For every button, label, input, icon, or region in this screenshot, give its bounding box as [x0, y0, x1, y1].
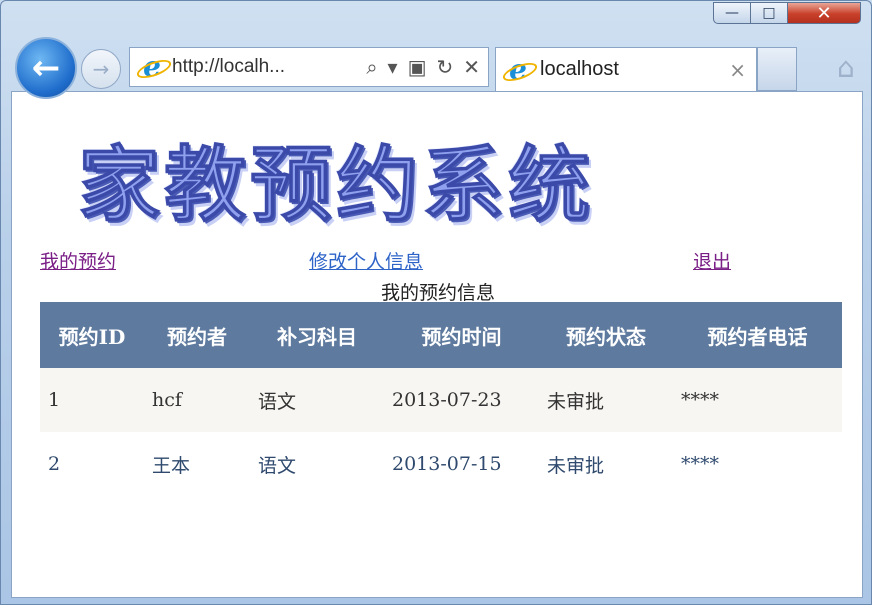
arrow-left-icon: ←: [31, 48, 61, 88]
cell-id: 1: [40, 368, 144, 432]
stop-icon[interactable]: ✕: [463, 55, 480, 79]
ie-logo-icon: e: [504, 55, 532, 84]
site-logo: 家教预约系统: [77, 137, 595, 234]
tab-localhost[interactable]: e localhost ×: [495, 47, 757, 91]
my-bookings-link[interactable]: 我的预约: [40, 247, 116, 274]
page-content: 家教预约系统 我的预约 修改个人信息 退出 我的预约信息 预约ID 预约者 补习…: [11, 91, 863, 598]
cell-subject: 语文: [250, 368, 384, 432]
compatibility-view-icon[interactable]: ▣: [408, 55, 427, 79]
arrow-right-icon: →: [92, 57, 110, 81]
maximize-button[interactable]: □: [750, 2, 788, 24]
cell-phone: ****: [673, 432, 842, 496]
cell-time: 2013-07-15: [384, 432, 539, 496]
close-tab-icon[interactable]: ×: [729, 58, 746, 82]
cell-booker: hcf: [144, 368, 250, 432]
col-header-time: 预约时间: [384, 302, 539, 368]
cell-status: 未审批: [539, 432, 673, 496]
home-icon[interactable]: ⌂: [837, 51, 855, 84]
tab-title: localhost: [540, 58, 619, 80]
address-bar[interactable]: e http://localh... ⌕ ▾ ▣ ↻ ✕: [129, 47, 489, 87]
cell-id: 2: [40, 432, 144, 496]
forward-button[interactable]: →: [81, 49, 121, 89]
refresh-icon[interactable]: ↻: [436, 55, 453, 79]
window-controls: — □ ✕: [713, 2, 861, 32]
table-caption: 我的预约信息: [380, 282, 495, 304]
cell-status: 未审批: [539, 368, 673, 432]
dropdown-arrow-icon[interactable]: ▾: [388, 55, 398, 79]
table-row: 1 hcf 语文 2013-07-23 未审批 ****: [40, 368, 842, 432]
new-tab-button[interactable]: [757, 47, 797, 91]
col-header-id: 预约ID: [40, 302, 144, 368]
col-header-status: 预约状态: [539, 302, 673, 368]
cell-subject: 语文: [250, 432, 384, 496]
table-row: 2 王本 语文 2013-07-15 未审批 ****: [40, 432, 842, 496]
close-window-button[interactable]: ✕: [787, 2, 861, 24]
table-header-row: 预约ID 预约者 补习科目 预约时间 预约状态 预约者电话: [40, 302, 842, 368]
logout-link[interactable]: 退出: [693, 247, 731, 274]
cell-phone: ****: [673, 368, 842, 432]
browser-window: — □ ✕ ← → e http://localh... ⌕ ▾ ▣ ↻ ✕ e…: [0, 0, 872, 605]
bookings-table: 预约ID 预约者 补习科目 预约时间 预约状态 预约者电话 1 hcf 语文 2…: [40, 302, 842, 496]
edit-profile-link[interactable]: 修改个人信息: [309, 247, 423, 274]
address-bar-actions: ⌕ ▾ ▣ ↻ ✕: [366, 55, 488, 79]
cell-time: 2013-07-23: [384, 368, 539, 432]
col-header-phone: 预约者电话: [673, 302, 842, 368]
back-button[interactable]: ←: [15, 37, 77, 99]
col-header-subject: 补习科目: [250, 302, 384, 368]
cell-booker: 王本: [144, 432, 250, 496]
search-icon[interactable]: ⌕: [366, 55, 377, 79]
col-header-booker: 预约者: [144, 302, 250, 368]
ie-logo-icon: e: [138, 53, 166, 81]
address-text[interactable]: http://localh...: [172, 56, 285, 78]
minimize-button[interactable]: —: [713, 2, 751, 24]
